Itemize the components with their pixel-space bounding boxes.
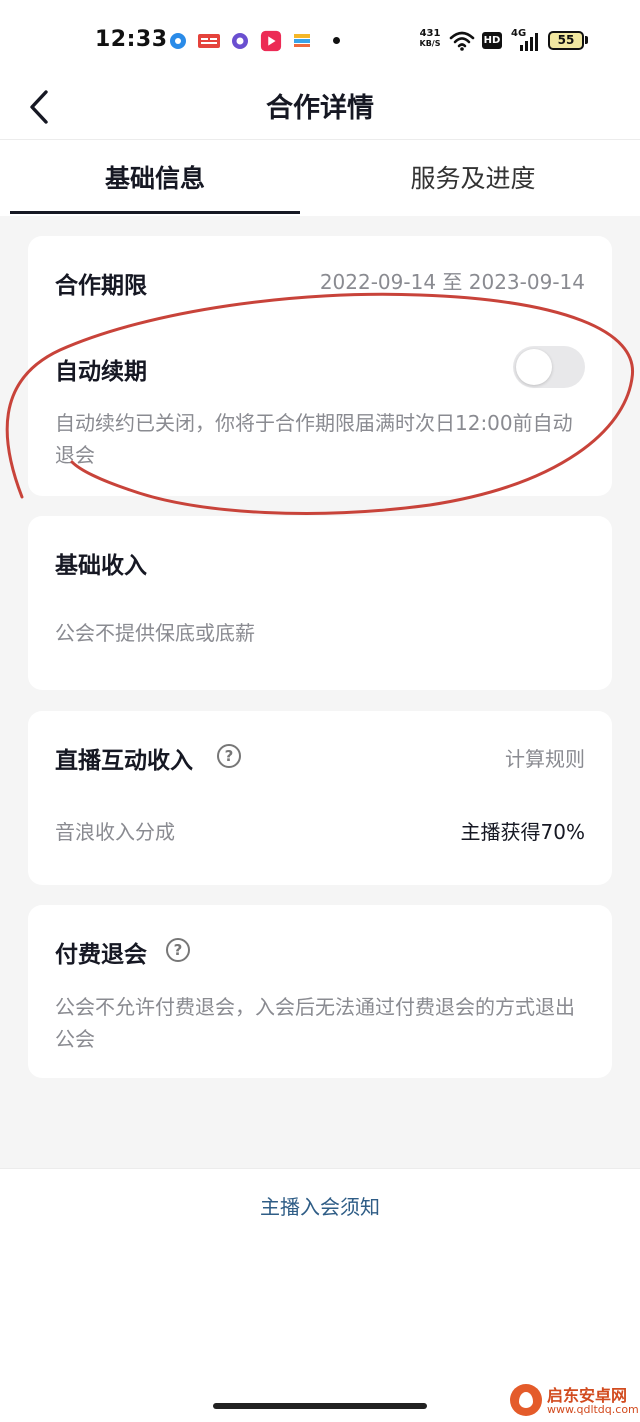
nav-bar: 合作详情 [0,78,640,140]
notification-dot-icon [333,37,340,44]
period-value: 2022-09-14 至 2023-09-14 [319,270,585,294]
help-icon[interactable]: ? [217,744,241,768]
cooperation-card: 合作期限 2022-09-14 至 2023-09-14 自动续期 自动续约已关… [28,236,612,496]
live-income-title: 直播互动收入 [55,748,193,774]
tab-basic-info[interactable]: 基础信息 [10,140,300,216]
status-bar: 12:33 431 KB/S HD 4G 55 [0,0,640,78]
watermark-url: www.qdltdq.com [547,1403,639,1416]
live-income-card: 直播互动收入 ? 计算规则 音浪收入分成 主播获得70% [28,711,612,885]
page-title: 合作详情 [266,93,374,124]
watermark-logo-icon [510,1384,542,1416]
toutiao-icon [198,34,220,48]
anchor-notice-link[interactable]: 主播入会须知 [0,1191,640,1220]
status-time: 12:33 [95,27,168,52]
active-tab-indicator [10,211,300,214]
paid-exit-card: 付费退会 ? 公会不允许付费退会，入会后无法通过付费退会的方式退出公会 [28,905,612,1078]
basic-income-card: 基础收入 公会不提供保底或底薪 [28,516,612,690]
video-app-icon [260,30,282,52]
home-indicator [213,1403,427,1409]
auto-renew-toggle[interactable] [513,346,585,388]
auto-renew-label: 自动续期 [55,359,147,385]
wifi-icon [449,31,475,51]
network-speed: 431 KB/S [419,28,441,49]
share-value: 主播获得70% [460,820,585,844]
basic-income-description: 公会不提供保底或底薪 [55,621,255,645]
period-label: 合作期限 [55,273,147,299]
calculation-rule-link[interactable]: 计算规则 [505,743,585,772]
tab-service-progress[interactable]: 服务及进度 [328,140,618,216]
camera-app-icon [232,33,248,49]
browser-icon [170,33,186,49]
tab-bar: 基础信息 服务及进度 [0,140,640,216]
auto-renew-description: 自动续约已关闭，你将于合作期限届满时次日12:00前自动退会 [55,411,573,467]
toggle-knob [516,349,552,385]
paid-exit-description: 公会不允许付费退会，入会后无法通过付费退会的方式退出公会 [55,995,575,1051]
paid-exit-title: 付费退会 [55,942,147,968]
basic-income-title: 基础收入 [55,553,147,579]
help-icon[interactable]: ? [166,938,190,962]
battery-icon: 55 [548,31,584,50]
hd-badge: HD [482,32,502,49]
wallet-app-icon [294,34,310,47]
share-label: 音浪收入分成 [55,820,175,844]
watermark: 启东安卓网 www.qdltdq.com [510,1382,640,1422]
battery-tip [585,36,588,44]
signal-icon [520,33,538,51]
